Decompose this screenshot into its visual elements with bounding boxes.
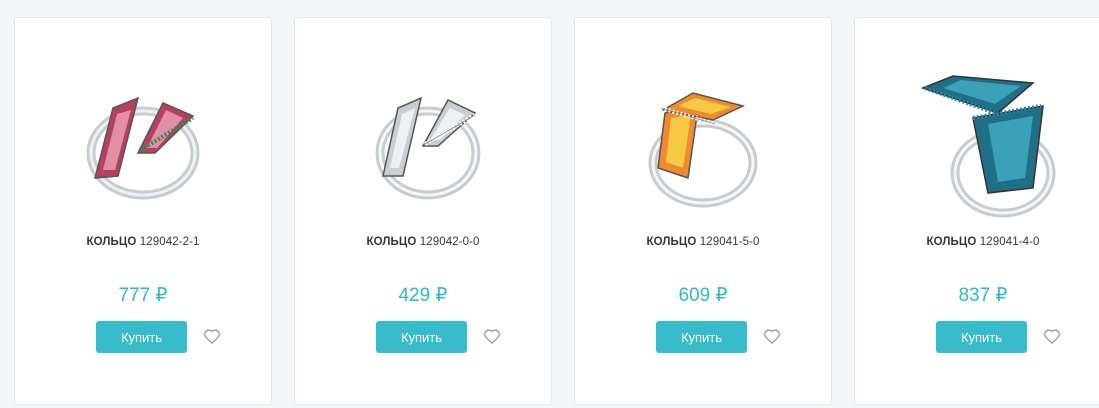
product-price: 837 ₽ xyxy=(958,285,1008,306)
product-code: 129041-4-0 xyxy=(979,236,1040,248)
favorite-heart-icon[interactable] xyxy=(763,328,783,346)
product-card[interactable]: КОЛЬЦО 129041-5-0 609 ₽ Купить xyxy=(574,17,832,405)
buy-button[interactable]: Купить xyxy=(96,321,187,353)
product-price: 429 ₽ xyxy=(398,285,448,306)
product-card[interactable]: КОЛЬЦО 129042-0-0 429 ₽ Купить xyxy=(294,17,552,405)
product-image[interactable] xyxy=(43,58,243,228)
product-title-prefix: КОЛЬЦО xyxy=(646,236,697,248)
buy-button[interactable]: Купить xyxy=(936,321,1027,353)
product-card[interactable]: КОЛЬЦО 129042-2-1 777 ₽ Купить xyxy=(14,17,272,405)
product-title-prefix: КОЛЬЦО xyxy=(926,236,977,248)
buy-button[interactable]: Купить xyxy=(376,321,467,353)
favorite-heart-icon[interactable] xyxy=(1043,328,1063,346)
product-image[interactable] xyxy=(323,58,523,228)
ring-4-image xyxy=(920,75,1056,218)
product-title[interactable]: КОЛЬЦО 129041-4-0 xyxy=(855,236,1099,248)
product-title[interactable]: КОЛЬЦО 129042-2-1 xyxy=(15,236,271,248)
product-title[interactable]: КОЛЬЦО 129042-0-0 xyxy=(295,236,551,248)
ring-2-image xyxy=(375,96,481,200)
product-code: 129042-2-1 xyxy=(139,236,200,248)
product-grid: КОЛЬЦО 129042-2-1 777 ₽ Купить КОЛЬЦО 12… xyxy=(0,0,1099,408)
product-title-prefix: КОЛЬЦО xyxy=(366,236,417,248)
ring-1-image xyxy=(86,96,200,200)
ring-3-image xyxy=(648,92,758,208)
product-code: 129042-0-0 xyxy=(419,236,480,248)
product-image[interactable] xyxy=(603,58,803,228)
product-title-prefix: КОЛЬЦО xyxy=(86,236,137,248)
favorite-heart-icon[interactable] xyxy=(203,328,223,346)
product-code: 129041-5-0 xyxy=(699,236,760,248)
product-title[interactable]: КОЛЬЦО 129041-5-0 xyxy=(575,236,831,248)
product-price: 777 ₽ xyxy=(118,285,168,306)
buy-button[interactable]: Купить xyxy=(656,321,747,353)
product-card[interactable]: КОЛЬЦО 129041-4-0 837 ₽ Купить xyxy=(854,17,1099,405)
product-price: 609 ₽ xyxy=(678,285,728,306)
favorite-heart-icon[interactable] xyxy=(483,328,503,346)
product-image[interactable] xyxy=(883,58,1083,228)
